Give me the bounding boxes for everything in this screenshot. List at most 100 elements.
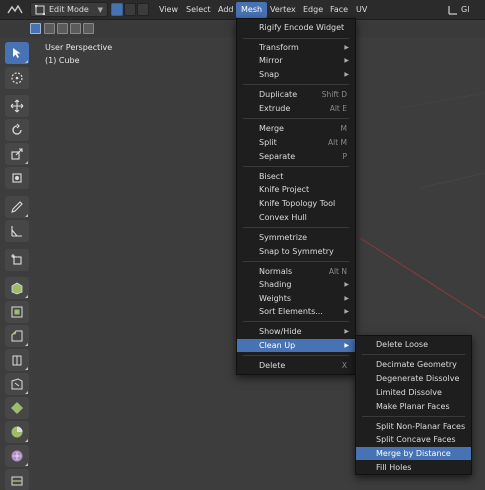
edge-slide-tool[interactable] <box>5 469 29 490</box>
menu-item-convex-hull[interactable]: Convex Hull <box>237 211 355 224</box>
menu-item-clean-up[interactable]: Clean Up ▶ <box>237 339 355 352</box>
menu-item-shading[interactable]: Shading ▶ <box>237 278 355 291</box>
shortcut-label: M <box>340 124 347 133</box>
menu-item-delete[interactable]: Delete X <box>237 359 355 372</box>
loop-cut-tool[interactable] <box>5 349 29 371</box>
menu-item-label: Snap <box>259 70 280 79</box>
knife-tool[interactable] <box>5 373 29 395</box>
smooth-tool[interactable] <box>5 445 29 467</box>
menu-uv[interactable]: UV <box>351 2 372 18</box>
menu-item-transform[interactable]: Transform ▶ <box>237 41 355 54</box>
ruler-icon <box>11 226 22 237</box>
3d-cursor-icon <box>11 72 23 84</box>
menu-item-label: Rigify Encode Widget <box>259 23 345 32</box>
menu-item-extrude[interactable]: Extrude Alt E <box>237 102 355 115</box>
menu-item-mirror[interactable]: Mirror ▶ <box>237 54 355 67</box>
menu-item-bisect[interactable]: Bisect <box>237 170 355 183</box>
rotate-tool[interactable] <box>5 119 29 141</box>
menu-item-separate[interactable]: Separate P <box>237 150 355 163</box>
menu-separator <box>243 321 349 322</box>
menu-item-degenerate-dissolve[interactable]: Degenerate Dissolve <box>356 372 471 385</box>
menu-item-label: Transform <box>259 43 299 52</box>
inset-icon <box>11 306 23 318</box>
menu-item-label: Knife Project <box>259 185 310 194</box>
annotate-tool[interactable] <box>5 196 29 218</box>
menu-item-label: Show/Hide <box>259 327 302 336</box>
orientation-label[interactable]: Gl <box>456 2 474 18</box>
menu-item-label: Fill Holes <box>376 463 412 472</box>
menu-vertex[interactable]: Vertex <box>265 2 301 18</box>
menu-item-label: Limited Dissolve <box>376 388 442 397</box>
viewport-perspective-label: User Perspective <box>45 43 113 52</box>
menu-item-decimate-geometry[interactable]: Decimate Geometry <box>356 358 471 371</box>
menu-item-label: Clean Up <box>259 341 296 350</box>
menu-item-weights[interactable]: Weights ▶ <box>237 292 355 305</box>
header-bar: Edit Mode ▼ View Select Add Mesh Vertex … <box>0 0 485 20</box>
menu-item-sort-elements[interactable]: Sort Elements... ▶ <box>237 305 355 318</box>
face-select-button[interactable] <box>137 3 149 16</box>
move-tool[interactable] <box>5 95 29 117</box>
transform-tool[interactable] <box>5 167 29 189</box>
shortcut-label: Alt M <box>327 138 347 147</box>
select-mode-invert-button[interactable] <box>70 23 81 34</box>
menu-item-label: Split <box>259 138 277 147</box>
menu-separator <box>243 166 349 167</box>
inset-faces-tool[interactable] <box>5 301 29 323</box>
menu-item-duplicate[interactable]: Duplicate Shift D <box>237 88 355 101</box>
menu-separator <box>243 261 349 262</box>
menu-item-label: Make Planar Faces <box>376 402 450 411</box>
menu-item-show-hide[interactable]: Show/Hide ▶ <box>237 325 355 338</box>
measure-tool[interactable] <box>5 220 29 242</box>
menu-item-knife-topology-tool[interactable]: Knife Topology Tool <box>237 197 355 210</box>
mode-dropdown[interactable]: Edit Mode ▼ <box>30 2 108 17</box>
pencil-icon <box>11 201 23 213</box>
select-mode-intersect-button[interactable] <box>83 23 94 34</box>
menu-item-merge[interactable]: Merge M <box>237 122 355 135</box>
menu-item-limited-dissolve[interactable]: Limited Dissolve <box>356 386 471 399</box>
extrude-region-tool[interactable] <box>5 277 29 299</box>
menu-item-delete-loose[interactable]: Delete Loose <box>356 338 471 351</box>
bevel-tool[interactable] <box>5 325 29 347</box>
chevron-down-icon: ▼ <box>97 5 103 14</box>
submenu-arrow-icon: ▶ <box>344 328 349 335</box>
select-box-tool[interactable] <box>5 42 29 64</box>
menu-mesh[interactable]: Mesh <box>236 2 268 18</box>
menu-item-rigify-encode-widget[interactable]: Rigify Encode Widget <box>237 21 355 34</box>
menu-view[interactable]: View <box>154 2 183 18</box>
editor-type-icon[interactable] <box>4 3 26 17</box>
menu-item-label: Weights <box>259 294 292 303</box>
menu-item-snap[interactable]: Snap ▶ <box>237 68 355 81</box>
menu-item-split-concave-faces[interactable]: Split Concave Faces <box>356 433 471 446</box>
add-cube-tool[interactable] <box>5 249 29 271</box>
menu-item-label: Shading <box>259 280 292 289</box>
menu-item-split[interactable]: Split Alt M <box>237 136 355 149</box>
cursor-tool[interactable] <box>5 67 29 89</box>
select-mode-new-button[interactable] <box>30 23 41 34</box>
menu-item-label: Convex Hull <box>259 213 307 222</box>
menu-item-split-non-planar-faces[interactable]: Split Non-Planar Faces <box>356 420 471 433</box>
select-mode-extend-button[interactable] <box>44 23 55 34</box>
edge-slide-icon <box>11 476 23 486</box>
vertex-select-button[interactable] <box>111 3 123 16</box>
menu-add[interactable]: Add <box>213 2 239 18</box>
menu-edge[interactable]: Edge <box>298 2 328 18</box>
menu-separator <box>243 84 349 85</box>
spin-tool[interactable] <box>5 421 29 443</box>
menu-item-snap-to-symmetry[interactable]: Snap to Symmetry <box>237 245 355 258</box>
menu-item-fill-holes[interactable]: Fill Holes <box>356 461 471 474</box>
select-mode-subtract-button[interactable] <box>57 23 68 34</box>
transform-icon <box>12 173 22 183</box>
menu-item-make-planar-faces[interactable]: Make Planar Faces <box>356 400 471 413</box>
menu-item-knife-project[interactable]: Knife Project <box>237 183 355 196</box>
edge-select-button[interactable] <box>124 3 136 16</box>
submenu-arrow-icon: ▶ <box>344 44 349 51</box>
add-cube-icon <box>11 254 22 265</box>
menu-item-normals[interactable]: Normals Alt N <box>237 265 355 278</box>
scale-tool[interactable] <box>5 143 29 165</box>
menu-select[interactable]: Select <box>181 2 216 18</box>
menu-item-symmetrize[interactable]: Symmetrize <box>237 231 355 244</box>
menu-item-merge-by-distance[interactable]: Merge by Distance <box>356 447 471 460</box>
shortcut-label: P <box>342 152 347 161</box>
menu-face[interactable]: Face <box>325 2 353 18</box>
poly-build-tool[interactable] <box>5 397 29 419</box>
